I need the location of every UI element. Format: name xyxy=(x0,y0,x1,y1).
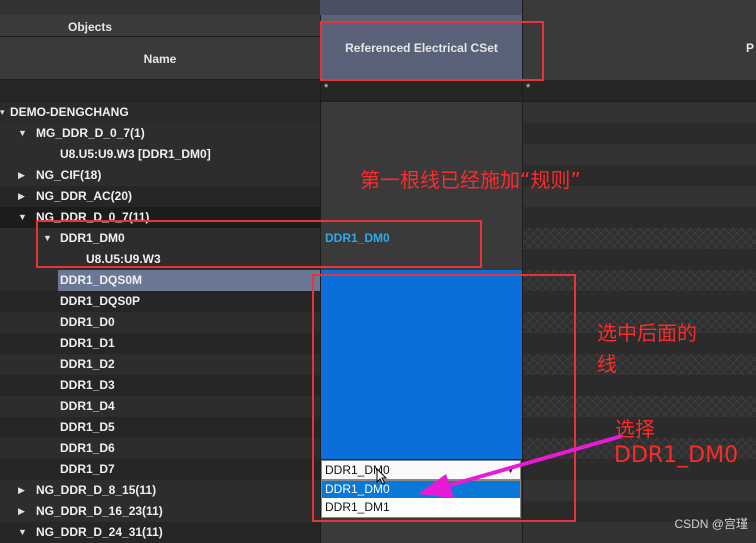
next-column-header[interactable]: P xyxy=(522,0,756,80)
tree-row-name-cell[interactable]: U8.U5:U9.W3 [DDR1_DM0] xyxy=(0,144,320,165)
tree-row-label: NG_DDR_D_8_15(11) xyxy=(36,483,157,497)
annotation-box-first-net xyxy=(36,220,482,268)
tree-row[interactable]: ▾ DEMO-DENGCHANG xyxy=(0,102,756,123)
collapse-arrow-icon[interactable]: ▾ xyxy=(0,102,5,123)
cset-cell[interactable] xyxy=(320,123,522,144)
name-column-label: Name xyxy=(143,52,177,66)
expand-arrow-icon[interactable]: ▶ xyxy=(18,186,25,207)
tree-row-name-cell[interactable]: ▶ NG_DDR_D_8_15(11) xyxy=(0,480,320,501)
tree-row-label: DEMO-DENGCHANG xyxy=(10,105,129,119)
tree-row-name-cell[interactable]: ▶ NG_DDR_D_16_23(11) xyxy=(0,501,320,522)
next-column-cell[interactable] xyxy=(522,228,756,249)
filter-row: * * xyxy=(0,80,756,102)
cset-header-top xyxy=(320,0,522,15)
tree-row-name-cell[interactable]: ▶ NG_CIF(18) xyxy=(0,165,320,186)
expand-arrow-icon[interactable]: ▶ xyxy=(18,165,25,186)
next-column-cell[interactable] xyxy=(522,123,756,144)
next-column-cell[interactable] xyxy=(522,102,756,123)
collapse-arrow-icon[interactable]: ▼ xyxy=(18,207,27,228)
tree-row-name-cell[interactable]: ▶ NG_DDR_AC(20) xyxy=(0,186,320,207)
collapse-arrow-icon[interactable]: ▼ xyxy=(18,123,27,144)
tree-row-name-cell[interactable]: DDR1_D0 xyxy=(0,312,320,333)
tree-row-label: DDR1_D7 xyxy=(60,462,115,476)
expand-arrow-icon[interactable]: ▶ xyxy=(18,501,25,522)
tree-row-name-cell[interactable]: DDR1_D4 xyxy=(0,396,320,417)
annotation-first-net: 第一根线已经施加“规则” xyxy=(360,168,581,192)
next-column-cell[interactable] xyxy=(522,207,756,228)
tree-row-label: DDR1_D1 xyxy=(60,336,115,350)
tree-row-name-cell[interactable]: DDR1_DQS0P xyxy=(0,291,320,312)
tree-row-label: U8.U5:U9.W3 [DDR1_DM0] xyxy=(60,147,211,161)
collapse-arrow-icon[interactable]: ▼ xyxy=(18,522,27,543)
tree-row-name-cell[interactable]: DDR1_D1 xyxy=(0,333,320,354)
tree-row-name-cell[interactable]: ▼ NG_DDR_D_24_31(11) xyxy=(0,522,320,543)
tree-row-name-cell[interactable]: DDR1_D7 xyxy=(0,459,320,480)
watermark: CSDN @宫瑾 xyxy=(674,517,748,531)
tree-row-label: DDR1_D3 xyxy=(60,378,115,392)
tree-row-label: NG_DDR_D_24_31(11) xyxy=(36,525,163,539)
filter-cset-cell[interactable]: * xyxy=(320,80,522,101)
objects-header-label: Objects xyxy=(67,20,112,34)
tree-row-label: DDR1_D2 xyxy=(60,357,115,371)
tree-row-label: NG_DDR_AC(20) xyxy=(36,189,133,203)
annotation-choose-2: DDR1_DM0 xyxy=(614,443,739,468)
tree-row-name-cell[interactable]: ▼ MG_DDR_D_0_7(1) xyxy=(0,123,320,144)
tree-row-label: DDR1_D6 xyxy=(60,441,115,455)
tree-row-label: DDR1_D4 xyxy=(60,399,115,413)
tree-row[interactable]: ▼ NG_DDR_D_24_31(11) xyxy=(0,522,756,543)
tree-row-name-cell[interactable]: DDR1_D6 xyxy=(0,438,320,459)
filter-next-cell[interactable]: * xyxy=(522,80,756,101)
cset-cell[interactable] xyxy=(320,102,522,123)
tree-row-name-cell[interactable]: ▾ DEMO-DENGCHANG xyxy=(0,102,320,123)
cset-cell[interactable] xyxy=(320,522,522,543)
annotation-arrow xyxy=(418,434,623,498)
tree-row-label: DDR1_DQS0M xyxy=(60,273,143,287)
annotation-select-nets-1: 选中后面的 xyxy=(597,321,697,345)
tree-row-label: NG_CIF(18) xyxy=(36,168,102,182)
annotation-select-nets-2: 线 xyxy=(597,352,617,376)
tree-row-label: NG_DDR_D_16_23(11) xyxy=(36,504,163,518)
tree-row-label: DDR1_D5 xyxy=(60,420,115,434)
tree-row-label: DDR1_D0 xyxy=(60,315,115,329)
expand-arrow-icon[interactable]: ▶ xyxy=(18,480,25,501)
tree-row[interactable]: U8.U5:U9.W3 [DDR1_DM0] xyxy=(0,144,756,165)
tree-row[interactable]: ▼ MG_DDR_D_0_7(1) xyxy=(0,123,756,144)
tree-row-name-cell[interactable]: DDR1_D3 xyxy=(0,375,320,396)
next-column-cell[interactable] xyxy=(522,144,756,165)
tree-row-name-cell[interactable]: DDR1_D5 xyxy=(0,417,320,438)
name-column-header[interactable]: Name xyxy=(0,37,320,80)
tree-row-label: DDR1_DQS0P xyxy=(60,294,141,308)
tree-row-label: MG_DDR_D_0_7(1) xyxy=(36,126,145,140)
tree-row-name-cell[interactable]: DDR1_DQS0M xyxy=(0,270,320,291)
next-column-cell[interactable] xyxy=(522,249,756,270)
annotation-box-cset-header xyxy=(320,21,544,81)
top-strip xyxy=(0,0,320,15)
objects-header: Objects xyxy=(0,15,320,37)
filter-name-cell[interactable] xyxy=(0,80,320,101)
tree-row-name-cell[interactable]: DDR1_D2 xyxy=(0,354,320,375)
cset-cell[interactable] xyxy=(320,144,522,165)
